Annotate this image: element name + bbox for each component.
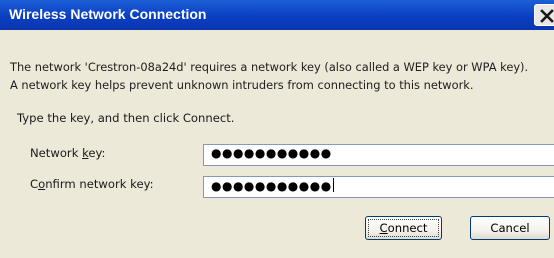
confirm-key-label-text-end: nfirm network key: <box>45 177 154 191</box>
confirm-key-value-wrap: ●●●●●●●●●●● <box>211 178 334 193</box>
text-caret <box>332 178 334 192</box>
network-key-value: ●●●●●●●●●●● <box>211 146 332 160</box>
connect-access-key: C <box>379 221 388 235</box>
confirm-key-label: Confirm network key: <box>30 177 154 191</box>
wireless-connection-dialog: Wireless Network Connection The network … <box>0 0 554 258</box>
network-key-label-text-end: ey: <box>88 146 106 160</box>
connect-button-label: onnect <box>387 221 428 235</box>
confirm-key-input[interactable]: ●●●●●●●●●●● <box>203 176 554 198</box>
title-bar[interactable]: Wireless Network Connection <box>0 0 554 30</box>
network-key-label: Network key: <box>30 146 105 160</box>
network-key-label-text: Network <box>30 146 83 160</box>
confirm-key-value: ●●●●●●●●●●● <box>211 179 332 193</box>
confirm-key-label-text: C <box>30 177 39 191</box>
message-line-2: A network key helps prevent unknown intr… <box>10 78 474 92</box>
cancel-button-label: Cancel <box>490 221 530 235</box>
message-line-1: The network 'Crestron-08a24d' requires a… <box>10 60 529 74</box>
window-title: Wireless Network Connection <box>9 6 207 22</box>
connect-button-focus: Connect <box>368 219 439 237</box>
cancel-button[interactable]: Cancel <box>470 216 550 240</box>
close-icon <box>540 9 554 23</box>
instruction-text: Type the key, and then click Connect. <box>17 111 235 125</box>
connect-button[interactable]: Connect <box>365 216 442 240</box>
close-button[interactable] <box>534 4 554 26</box>
network-key-input[interactable]: ●●●●●●●●●●● <box>203 144 554 166</box>
